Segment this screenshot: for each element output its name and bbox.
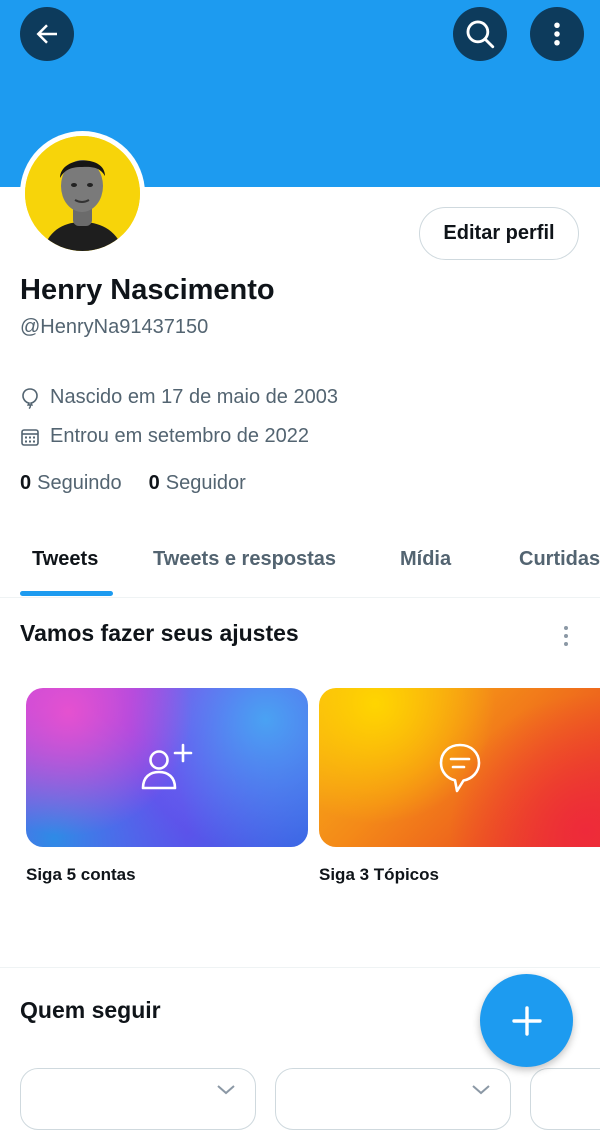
chevron-down-icon (217, 1085, 235, 1095)
following-count: 0 (20, 472, 32, 494)
avatar[interactable] (20, 131, 145, 256)
balloon-icon (22, 387, 38, 409)
dot-icon (564, 642, 568, 646)
back-button[interactable] (20, 7, 74, 61)
calendar-icon (21, 428, 39, 446)
joined-text: Entrou em setembro de 2022 (50, 425, 310, 447)
edit-profile-button[interactable]: Editar perfil (419, 207, 579, 260)
follow-accounts-label: Siga 5 contas (26, 865, 136, 884)
dot-icon (564, 626, 568, 630)
following-link[interactable]: 0 Seguindo (20, 472, 122, 495)
chevron-down-icon (472, 1085, 490, 1095)
follow-topics-label: Siga 3 Tópicos (319, 865, 439, 884)
follow-stats: 0 Seguindo 0 Seguidor (20, 472, 273, 495)
active-tab-indicator (20, 591, 113, 596)
section-divider (0, 967, 600, 968)
search-button[interactable] (453, 7, 507, 61)
setup-more-button[interactable] (556, 622, 576, 650)
plus-icon (511, 1005, 542, 1036)
more-options-button[interactable] (530, 7, 584, 61)
compose-tweet-button[interactable] (480, 974, 573, 1067)
tab-tweets-replies[interactable]: Tweets e respostas (153, 548, 336, 571)
birthday-text: Nascido em 17 de maio de 2003 (50, 386, 338, 408)
following-label: Seguindo (37, 472, 122, 494)
followers-link[interactable]: 0 Seguidor (149, 472, 246, 495)
dot-icon (564, 634, 568, 638)
joined-row: Entrou em setembro de 2022 (20, 425, 309, 448)
suggestion-card[interactable] (20, 1068, 256, 1130)
followers-label: Seguidor (165, 472, 246, 494)
avatar-image (25, 136, 140, 251)
more-vertical-icon (554, 22, 560, 46)
followers-count: 0 (148, 472, 160, 494)
profile-handle: @HenryNa91437150 (20, 316, 209, 338)
suggestion-card[interactable] (530, 1068, 600, 1130)
profile-name: Henry Nascimento (20, 274, 275, 306)
add-user-icon (141, 743, 193, 789)
tab-likes[interactable]: Curtidas (519, 548, 600, 571)
follow-accounts-card[interactable] (26, 688, 308, 847)
setup-title: Vamos fazer seus ajustes (20, 620, 299, 646)
who-to-follow-title: Quem seguir (20, 997, 161, 1023)
birthday-row: Nascido em 17 de maio de 2003 (20, 386, 338, 409)
suggestion-card[interactable] (275, 1068, 511, 1130)
arrow-left-icon (36, 24, 57, 44)
tab-media[interactable]: Mídia (400, 548, 451, 571)
tab-tweets[interactable]: Tweets (32, 548, 98, 571)
follow-topics-card[interactable] (319, 688, 600, 847)
search-icon (466, 20, 495, 49)
profile-tabs: Tweets Tweets e respostas Mídia Curtidas (0, 530, 600, 598)
topic-bubble-icon (439, 743, 480, 792)
